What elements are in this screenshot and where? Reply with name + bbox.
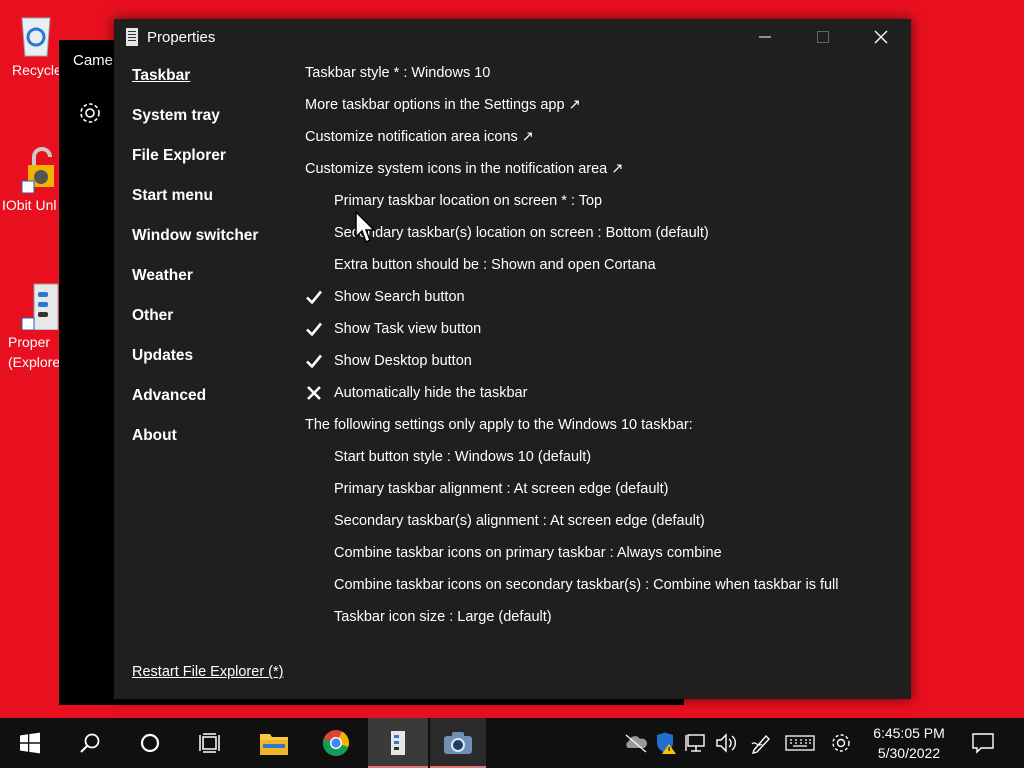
- checkmark-icon: [305, 288, 323, 306]
- title-bar[interactable]: Properties: [114, 19, 911, 55]
- close-button[interactable]: [852, 19, 910, 55]
- setting-icon-size[interactable]: Taskbar icon size : Large (default): [305, 607, 895, 639]
- nav-item-other[interactable]: Other: [132, 306, 258, 346]
- maximize-button[interactable]: [794, 19, 852, 55]
- onedrive-icon[interactable]: [624, 732, 647, 754]
- volume-icon[interactable]: [715, 732, 737, 754]
- toggle-show-desktop-button[interactable]: Show Desktop button: [305, 351, 895, 383]
- link-notification-area-icons[interactable]: Customize notification area icons ↗: [305, 127, 895, 159]
- task-view-icon: [199, 733, 220, 753]
- gear-icon[interactable]: [77, 100, 103, 126]
- setting-start-button-style[interactable]: Start button style : Windows 10 (default…: [305, 447, 895, 479]
- camera-app-icon: [444, 732, 472, 754]
- cortana-icon: [140, 733, 160, 753]
- nav-item-file-explorer[interactable]: File Explorer: [132, 146, 258, 186]
- close-icon: [874, 30, 888, 44]
- nav-item-weather[interactable]: Weather: [132, 266, 258, 306]
- security-icon[interactable]: [655, 732, 677, 754]
- setting-primary-taskbar-location[interactable]: Primary taskbar location on screen * : T…: [305, 191, 895, 223]
- toggle-label: Show Desktop button: [334, 353, 472, 369]
- cortana-button[interactable]: [120, 718, 180, 768]
- task-view-button[interactable]: [180, 718, 240, 768]
- restart-file-explorer-link[interactable]: Restart File Explorer (*): [132, 664, 283, 680]
- file-explorer-icon: [260, 734, 288, 755]
- properties-window: Properties Taskbar System tray File Expl…: [114, 19, 911, 699]
- network-icon[interactable]: [685, 732, 707, 754]
- nav-item-about[interactable]: About: [132, 426, 258, 466]
- setting-taskbar-style[interactable]: Taskbar style * : Windows 10: [305, 63, 895, 95]
- search-icon: [80, 733, 100, 753]
- link-settings-app[interactable]: More taskbar options in the Settings app…: [305, 95, 895, 127]
- chrome-icon: [322, 730, 349, 756]
- file-explorer-button[interactable]: [244, 718, 304, 768]
- properties-app-button[interactable]: [368, 718, 428, 768]
- section-note-windows10: The following settings only apply to the…: [305, 417, 693, 433]
- settings-icon[interactable]: [830, 732, 852, 754]
- setting-primary-alignment[interactable]: Primary taskbar alignment : At screen ed…: [305, 479, 895, 511]
- camera-app-button[interactable]: [430, 718, 486, 768]
- checkmark-icon: [305, 320, 323, 338]
- minimize-icon: [759, 36, 771, 38]
- nav-item-advanced[interactable]: Advanced: [132, 386, 258, 426]
- recycle-bin-icon: [14, 10, 58, 58]
- clock-date: 5/30/2022: [877, 745, 941, 761]
- nav-item-window-switcher[interactable]: Window switcher: [132, 226, 258, 266]
- settings-list: Taskbar style * : Windows 10 More taskba…: [305, 63, 895, 639]
- window-title: Properties: [147, 29, 216, 46]
- pen-icon[interactable]: [750, 732, 772, 754]
- toggle-show-task-view-button[interactable]: Show Task view button: [305, 319, 895, 351]
- toggle-show-search-button[interactable]: Show Search button: [305, 287, 895, 319]
- taskbar-clock[interactable]: 6:45:05 PM 5/30/2022: [866, 723, 952, 763]
- nav-item-system-tray[interactable]: System tray: [132, 106, 258, 146]
- checkmark-icon: [305, 352, 323, 370]
- app-icon: [126, 28, 138, 46]
- properties-shortcut-icon: [16, 282, 60, 331]
- taskbar: 6:45:05 PM 5/30/2022: [0, 718, 1024, 768]
- setting-combine-secondary[interactable]: Combine taskbar icons on secondary taskb…: [305, 575, 895, 607]
- toggle-label: Automatically hide the taskbar: [334, 385, 528, 401]
- toggle-auto-hide-taskbar[interactable]: Automatically hide the taskbar: [305, 383, 895, 415]
- chrome-button[interactable]: [306, 718, 366, 768]
- cross-icon: [305, 384, 323, 402]
- keyboard-icon[interactable]: [785, 732, 815, 754]
- notification-center-icon[interactable]: [972, 732, 994, 754]
- setting-secondary-alignment[interactable]: Secondary taskbar(s) alignment : At scre…: [305, 511, 895, 543]
- sidebar-nav: Taskbar System tray File Explorer Start …: [132, 66, 258, 466]
- mouse-cursor-icon: [355, 210, 377, 245]
- setting-combine-primary[interactable]: Combine taskbar icons on primary taskbar…: [305, 543, 895, 575]
- toggle-label: Show Search button: [334, 289, 465, 305]
- nav-item-updates[interactable]: Updates: [132, 346, 258, 386]
- properties-app-icon: [391, 731, 405, 755]
- start-icon: [20, 732, 40, 754]
- setting-secondary-taskbar-location[interactable]: Secondary taskbar(s) location on screen …: [305, 223, 895, 255]
- search-button[interactable]: [60, 718, 120, 768]
- camera-window-title: Camer: [73, 52, 119, 69]
- minimize-button[interactable]: [736, 19, 794, 55]
- toggle-label: Show Task view button: [334, 321, 482, 337]
- maximize-icon: [817, 31, 829, 43]
- clock-time: 6:45:05 PM: [873, 725, 945, 741]
- iobit-unlocker-icon: [16, 145, 60, 194]
- nav-item-taskbar[interactable]: Taskbar: [132, 66, 258, 106]
- link-system-icons[interactable]: Customize system icons in the notificati…: [305, 159, 895, 191]
- start-button[interactable]: [0, 718, 60, 768]
- setting-extra-button[interactable]: Extra button should be : Shown and open …: [305, 255, 895, 287]
- nav-item-start-menu[interactable]: Start menu: [132, 186, 258, 226]
